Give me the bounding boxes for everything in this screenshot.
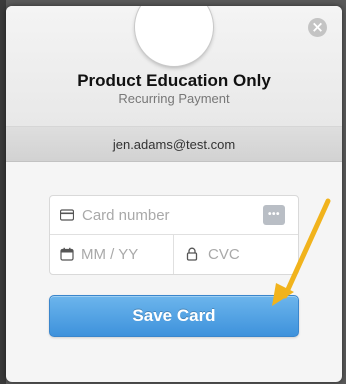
credit-card-icon (60, 209, 74, 221)
close-icon[interactable]: × (308, 18, 327, 37)
card-number-field[interactable]: Card number ••• (50, 196, 298, 235)
card-details-form: Card number ••• MM / YY CVC (49, 195, 299, 275)
modal-header: × Product Education Only Recurring Payme… (6, 6, 342, 127)
account-email[interactable]: jen.adams@test.com (6, 127, 342, 162)
card-number-input[interactable]: Card number (82, 207, 170, 224)
expiry-field[interactable]: MM / YY (50, 235, 174, 274)
cvc-field[interactable]: CVC (174, 235, 298, 274)
calendar-icon (60, 247, 74, 261)
lock-icon (186, 247, 198, 261)
save-card-button[interactable]: Save Card (49, 295, 299, 337)
card-brand-icon: ••• (263, 205, 285, 225)
merchant-logo (135, 6, 213, 66)
modal-subtitle: Recurring Payment (118, 91, 230, 106)
expiry-input[interactable]: MM / YY (81, 246, 138, 263)
payment-modal: × Product Education Only Recurring Payme… (6, 6, 342, 382)
cvc-input[interactable]: CVC (208, 246, 240, 263)
modal-title: Product Education Only (77, 71, 271, 90)
